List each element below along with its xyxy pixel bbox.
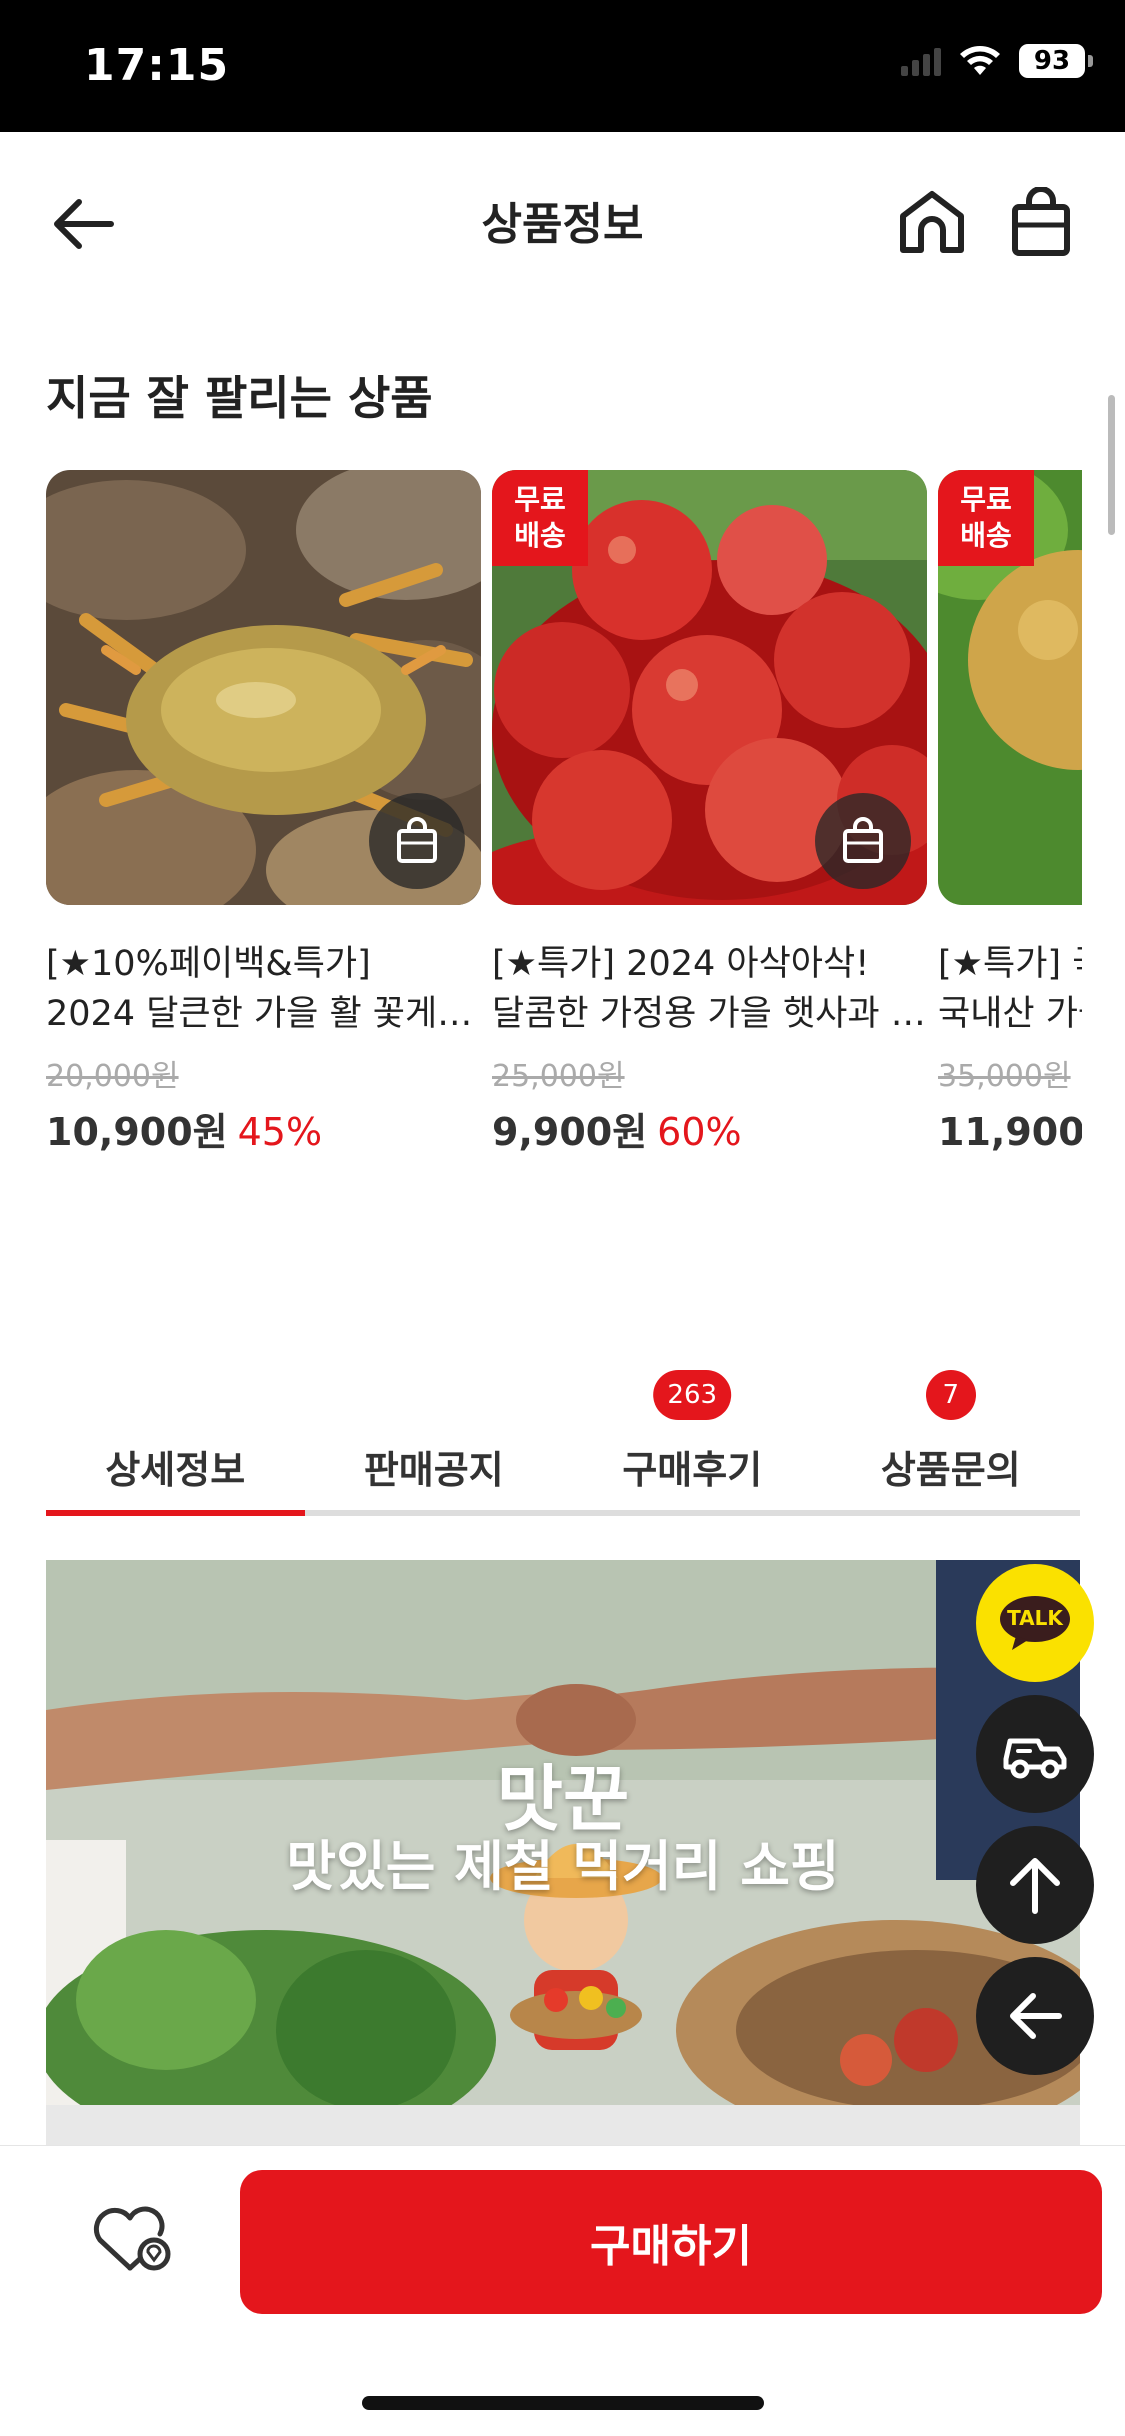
delivery-truck-icon [1003,1738,1067,1779]
home-icon [900,191,964,253]
detail-tabs: 상세정보 판매공지 263 구매후기 7 상품문의 [46,1370,1080,1516]
arrow-up-icon [1010,1858,1060,1914]
home-indicator[interactable] [362,2396,764,2410]
content-divider [46,2105,1080,2145]
delivery-tracking-button[interactable] [976,1695,1094,1813]
sale-price: 11,900원 [938,1110,1082,1154]
tab-label: 상세정보 [105,1447,246,1492]
product-name-line2[interactable]: 2024 달큰한 가을 활 꽃게 1kg (암꽃게) [46,989,481,1039]
kakao-talk-button[interactable]: TALK [976,1564,1094,1682]
badge-text: 배송 [960,519,1012,552]
product-image[interactable]: 무료 배송 [938,470,1082,905]
original-price: 35,000원 [938,1059,1071,1094]
home-button[interactable] [892,182,972,262]
original-price: 25,000원 [492,1059,625,1094]
product-card[interactable]: [★10%페이백&특가] 2024 달큰한 가을 활 꽃게 1kg (암꽃게) … [46,470,481,1156]
status-bar: 17:15 93 [0,0,1125,132]
add-to-cart-button[interactable] [369,793,465,889]
product-name[interactable]: [★특가] 2024 아삭아삭! [492,939,927,989]
header: 상품정보 [0,132,1125,312]
add-to-cart-button[interactable] [815,793,911,889]
price-row: 11,900원 [938,1101,1082,1156]
inquiry-count-badge: 7 [925,1370,976,1420]
detail-banner: 맛꾼 맛있는 제철 먹거리 쇼핑 [46,1560,1080,2105]
scrollbar-thumb[interactable] [1108,395,1115,535]
shopping-bag-icon [397,817,437,863]
product-image[interactable] [46,470,481,905]
product-name[interactable]: [★특가] 국내산 [938,939,1082,989]
scroll-to-top-button[interactable] [976,1826,1094,1944]
section-title: 지금 잘 팔리는 상품 [46,371,433,425]
price-row: 10,900원 45% [46,1101,481,1156]
original-price: 20,000원 [46,1059,179,1094]
free-shipping-badge: 무료 배송 [492,470,588,566]
badge-text: 무료 [514,483,566,516]
sale-price: 10,900원 [46,1110,228,1154]
banner-subtitle: 맛있는 제철 먹거리 쇼핑 [286,1835,840,1898]
tab-sales-notice[interactable]: 판매공지 [305,1370,564,1510]
status-time: 17:15 [84,40,230,91]
battery-level: 93 [1033,46,1071,76]
tab-reviews[interactable]: 263 구매후기 [563,1370,822,1510]
shopping-bag-icon [843,817,883,863]
discount-rate: 60% [657,1110,742,1154]
buy-button[interactable]: 구매하기 [240,2170,1102,2314]
heart-plus-icon [93,2206,171,2271]
product-card[interactable]: 무료 배송 [★특가] 2024 아삭아삭! 달콤한 가정용 가을 햇사과 3k… [492,470,927,1156]
price-row: 9,900원 60% [492,1101,927,1156]
arrow-left-icon [1010,1993,1062,2039]
review-count-badge: 263 [653,1370,732,1420]
talk-label: TALK [1007,1606,1063,1630]
wishlist-button[interactable] [82,2196,182,2286]
tab-inquiries[interactable]: 7 상품문의 [822,1370,1081,1510]
product-image[interactable]: 무료 배송 [492,470,927,905]
shopping-bag-button[interactable] [1001,182,1081,262]
tab-label: 구매후기 [622,1447,763,1492]
bottom-purchase-bar: 구매하기 [0,2145,1125,2436]
status-icons: 93 [901,44,1093,78]
shopping-bag-icon [1012,187,1070,256]
tab-detail-info[interactable]: 상세정보 [46,1370,305,1516]
wifi-icon [960,46,1000,75]
tab-label: 상품문의 [880,1447,1021,1492]
badge-text: 무료 [960,483,1012,516]
badge-text: 배송 [514,519,566,552]
free-shipping-badge: 무료 배송 [938,470,1034,566]
go-back-floating-button[interactable] [976,1957,1094,2075]
talk-bubble-icon: TALK [998,1594,1072,1652]
battery-indicator: 93 [1019,44,1093,78]
product-card[interactable]: 무료 배송 [★특가] 국내산 국내산 가을 햇배 5kg 35,000원 11… [938,470,1082,1156]
sale-price: 9,900원 [492,1110,648,1154]
product-name-line2[interactable]: 달콤한 가정용 가을 햇사과 3kg [492,989,927,1039]
product-name-line2[interactable]: 국내산 가을 햇배 5kg [938,989,1082,1039]
cellular-signal-icon [901,46,941,76]
discount-rate: 45% [237,1110,323,1154]
product-name[interactable]: [★10%페이백&특가] [46,939,481,989]
tab-label: 판매공지 [363,1447,504,1492]
product-carousel[interactable]: [★10%페이백&특가] 2024 달큰한 가을 활 꽃게 1kg (암꽃게) … [0,470,1082,1190]
